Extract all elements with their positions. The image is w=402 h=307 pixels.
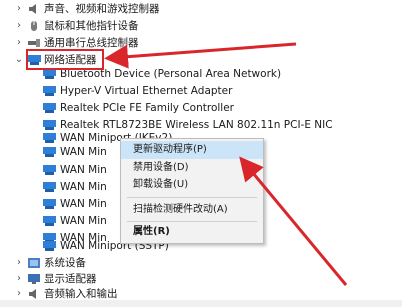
tree-item-label: WAN Min (60, 198, 107, 210)
horizontal-scrollbar[interactable] (0, 300, 402, 307)
menu-separator (127, 221, 257, 222)
tree-item-label: WAN Min (60, 146, 107, 158)
network-adapter-icon (43, 182, 56, 192)
tree-item-label: WAN Min (60, 181, 107, 193)
audio-io-icon (29, 289, 36, 299)
menu-item-disable-device[interactable]: 禁用设备(D) (121, 159, 263, 177)
chevron-right-icon[interactable]: › (14, 0, 24, 18)
tree-item-label: WAN Min (60, 215, 107, 227)
menu-item-update-driver[interactable]: 更新驱动程序(P) (121, 141, 263, 159)
menu-item-uninstall-device[interactable]: 卸载设备(U) (121, 176, 263, 194)
tree-item-label: Hyper-V Virtual Ethernet Adapter (60, 85, 233, 97)
speaker-icon (29, 4, 36, 14)
chevron-right-icon[interactable]: › (14, 34, 24, 52)
mouse-icon (31, 21, 37, 31)
menu-item-scan-hardware[interactable]: 扫描检测硬件改动(A) (121, 201, 263, 219)
tree-item-label: Realtek PCIe FE Family Controller (60, 102, 234, 114)
network-adapter-icon (43, 133, 56, 143)
tree-item-label: 鼠标和其他指针设备 (44, 20, 139, 32)
tree-item-label: WAN Min (60, 164, 107, 176)
network-adapter-icon (43, 165, 56, 175)
menu-separator (127, 197, 257, 198)
network-adapter-icon (43, 86, 56, 96)
annotation-box-network-adapters (26, 49, 104, 70)
network-adapter-icon (43, 103, 56, 113)
chevron-down-icon[interactable]: ⌄ (14, 51, 24, 69)
network-adapter-icon (43, 120, 56, 130)
network-adapter-icon (43, 216, 56, 226)
context-menu: 更新驱动程序(P) 禁用设备(D) 卸载设备(U) 扫描检测硬件改动(A) 属性… (120, 138, 264, 244)
network-adapter-icon (43, 241, 56, 251)
network-adapter-icon (43, 147, 56, 157)
tree-item-label: 声音、视频和游戏控制器 (44, 3, 160, 15)
menu-item-properties[interactable]: 属性(R) (121, 223, 263, 241)
network-adapter-icon (43, 199, 56, 209)
display-icon (28, 274, 40, 284)
usb-icon (28, 39, 40, 47)
system-icon (28, 258, 40, 268)
chevron-right-icon[interactable]: › (14, 17, 24, 35)
